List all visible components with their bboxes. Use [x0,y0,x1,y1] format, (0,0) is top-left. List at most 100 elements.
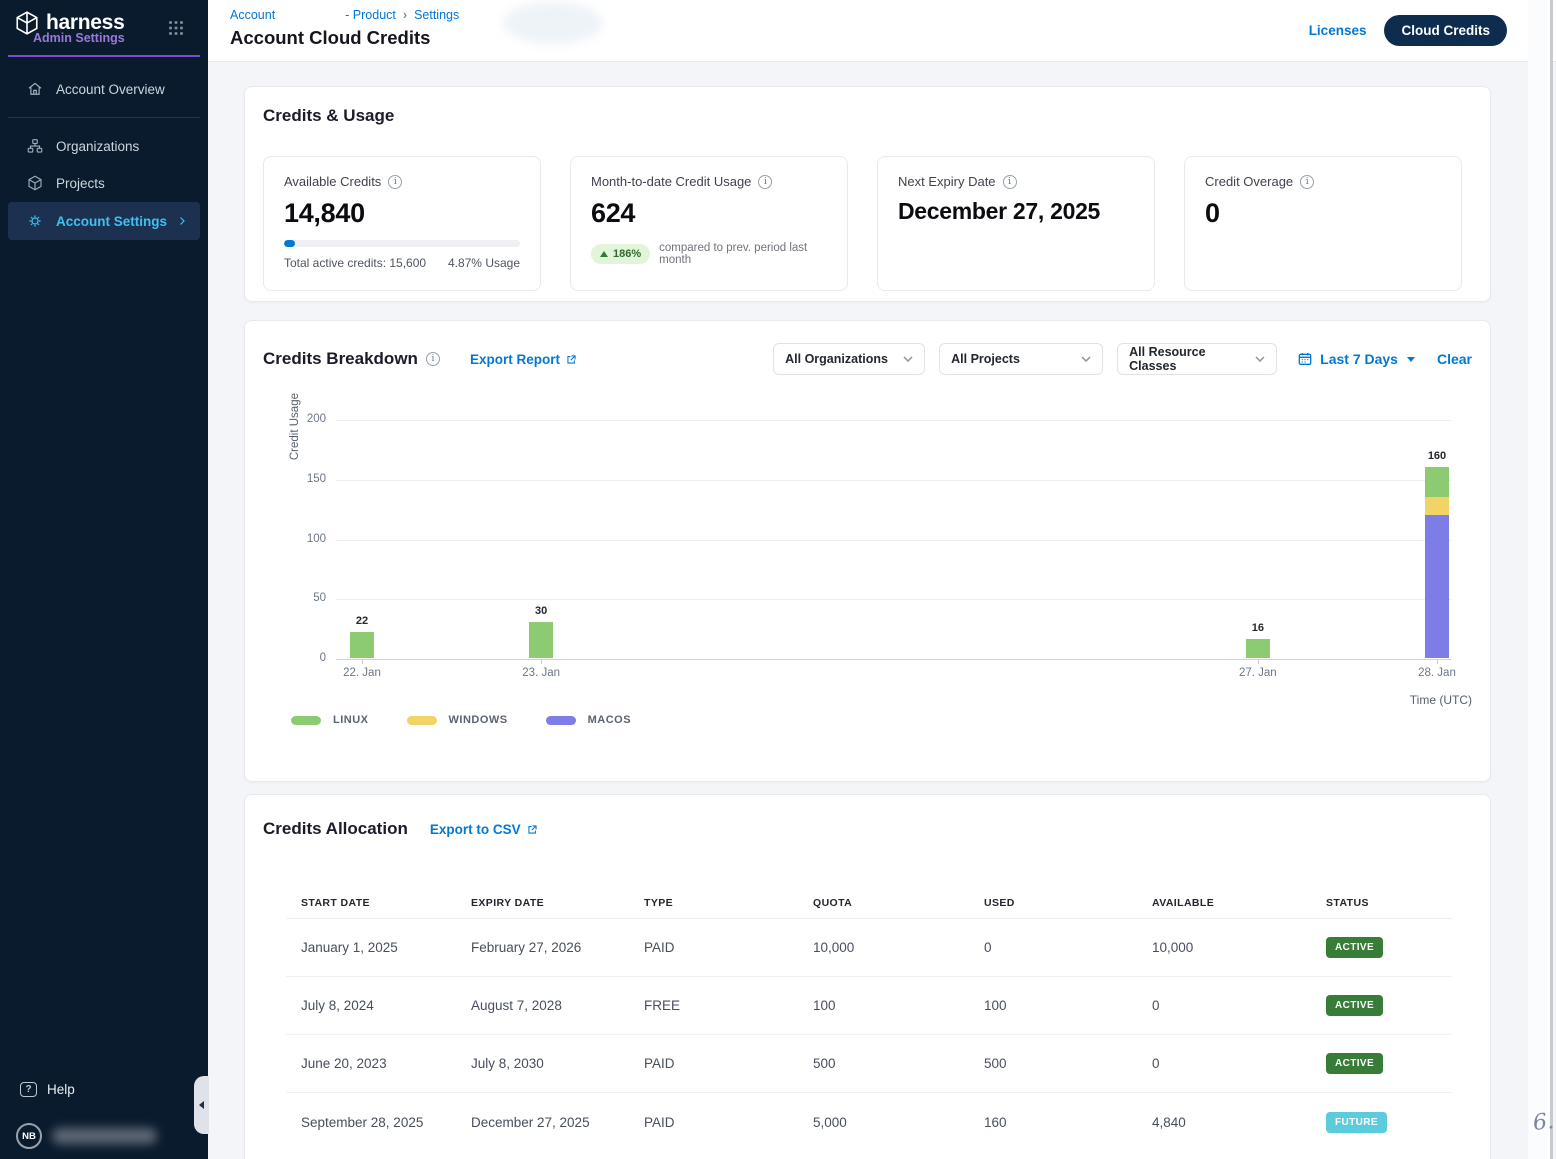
table-cell: January 1, 2025 [301,940,471,955]
projects-select[interactable]: All Projects [939,343,1103,375]
redacted-account-name [275,9,345,21]
chart-bar-22[interactable] [350,632,374,658]
date-range-picker[interactable]: Last 7 Days [1297,351,1415,367]
legend-item-linux[interactable]: LINUX [291,714,369,726]
breadcrumb: Account - Product Settings [230,8,459,22]
allocation-header: Credits Allocation Export to CSV [263,819,539,839]
xaxis-tick-label: 22. Jan [330,667,394,679]
credits-breakdown-section: Credits Breakdown Export Report All Orga… [244,320,1491,782]
cube-icon [25,174,45,192]
sidebar-item-projects[interactable]: Projects [8,165,200,201]
column-header: AVAILABLE [1152,897,1326,909]
xaxis-tick-label: 27. Jan [1226,667,1290,679]
breadcrumb-account-link[interactable]: Account [230,8,275,22]
table-cell: December 27, 2025 [471,1115,644,1130]
yaxis-tick-label: 50 [286,592,326,604]
calendar-icon [1297,351,1313,367]
total-active-credits: Total active credits: 15,600 [284,256,426,270]
info-icon[interactable] [758,175,772,189]
info-icon[interactable] [1003,175,1017,189]
stat-label: Next Expiry Date [898,174,996,189]
trend-up-icon [600,251,608,257]
table-row: July 8, 2024August 7, 2028FREE1001000ACT… [286,977,1452,1035]
breakdown-header: Credits Breakdown Export Report All Orga… [263,343,1472,375]
caret-down-icon [1407,357,1415,362]
page-title: Account Cloud Credits [230,27,430,49]
sidebar-item-account-overview[interactable]: Account Overview [8,71,200,107]
app-switcher-icon[interactable] [168,20,184,36]
sidebar-item-organizations[interactable]: Organizations [8,128,200,164]
chart-gridline [336,599,1451,600]
stat-label: Available Credits [284,174,381,189]
xaxis-tick [1258,659,1259,664]
stat-label: Month-to-date Credit Usage [591,174,751,189]
legend-swatch [407,716,437,725]
cloud-credits-tab[interactable]: Cloud Credits [1384,15,1507,46]
bar-segment-linux [1246,639,1270,658]
xaxis-tick [541,659,542,664]
breadcrumb-product-link[interactable]: - Product [345,8,396,22]
chart-gridline [336,480,1451,481]
table-cell: 500 [984,1056,1152,1071]
bar-total-label: 16 [1234,622,1282,634]
chart-bar-27[interactable] [1246,639,1270,658]
licenses-tab[interactable]: Licenses [1309,23,1367,38]
chevron-down-icon [903,356,913,362]
table-cell: August 7, 2028 [471,998,644,1013]
avatar[interactable]: NB [16,1123,42,1149]
resource-classes-select[interactable]: All Resource Classes [1117,343,1277,375]
export-report-link[interactable]: Export Report [470,352,578,367]
breakdown-filters: All Organizations All Projects All Resou… [773,343,1472,375]
chart-bar-28[interactable] [1425,467,1449,658]
table-cell: 160 [984,1115,1152,1130]
bar-segment-windows [1425,497,1449,515]
table-cell: July 8, 2030 [471,1056,644,1071]
legend-label: LINUX [333,714,369,726]
yaxis-tick-label: 0 [286,652,326,664]
external-link-icon [565,353,578,366]
column-header: TYPE [644,897,813,909]
table-cell: July 8, 2024 [301,998,471,1013]
table-header-row: START DATEEXPIRY DATETYPEQUOTAUSEDAVAILA… [286,887,1452,919]
export-csv-link[interactable]: Export to CSV [430,822,539,837]
chart-legend: LINUX WINDOWS MACOS [291,714,631,726]
help-label: Help [47,1082,75,1097]
next-expiry-value: December 27, 2025 [898,196,1134,227]
table-cell: PAID [644,1056,813,1071]
xaxis-tick [362,659,363,664]
organizations-select[interactable]: All Organizations [773,343,925,375]
yaxis-tick-label: 100 [286,533,326,545]
sidebar-collapse-handle[interactable] [194,1076,209,1134]
mtd-usage-card: Month-to-date Credit Usage 624 186% comp… [570,156,848,291]
chart-bar-23[interactable] [529,622,553,658]
yaxis-tick-label: 150 [286,473,326,485]
info-icon[interactable] [388,175,402,189]
vertical-scrollbar[interactable] [1528,0,1553,1159]
chart-gridline [336,659,1451,660]
bar-total-label: 22 [338,615,386,627]
bar-segment-macos [1425,515,1449,658]
help-button[interactable]: Help [0,1082,208,1097]
header-actions: Licenses Cloud Credits [1309,15,1507,46]
column-header: START DATE [301,897,471,909]
info-icon[interactable] [426,352,440,366]
table-row: January 1, 2025February 27, 2026PAID10,0… [286,919,1452,977]
credits-usage-title: Credits & Usage [263,106,394,126]
legend-item-windows[interactable]: WINDOWS [407,714,508,726]
available-credits-card: Available Credits 14,840 Total active cr… [263,156,541,291]
sidebar-item-account-settings[interactable]: Account Settings [8,202,200,240]
table-cell: 5,000 [813,1115,984,1130]
table-cell: PAID [644,1115,813,1130]
date-range-label: Last 7 Days [1320,351,1398,367]
sidebar-item-label: Account Settings [56,214,167,229]
module-subtitle: Admin Settings [33,31,125,45]
stat-cards: Available Credits 14,840 Total active cr… [263,156,1462,291]
bar-total-label: 30 [517,605,565,617]
table-cell: 4,840 [1152,1115,1326,1130]
info-icon[interactable] [1300,175,1314,189]
chart-yaxis-title: Credit Usage [289,393,301,460]
main-header: Account - Product Settings Account Cloud… [208,0,1556,62]
legend-item-macos[interactable]: MACOS [546,714,631,726]
breadcrumb-settings-link[interactable]: Settings [414,8,459,22]
clear-filters-button[interactable]: Clear [1437,351,1472,367]
